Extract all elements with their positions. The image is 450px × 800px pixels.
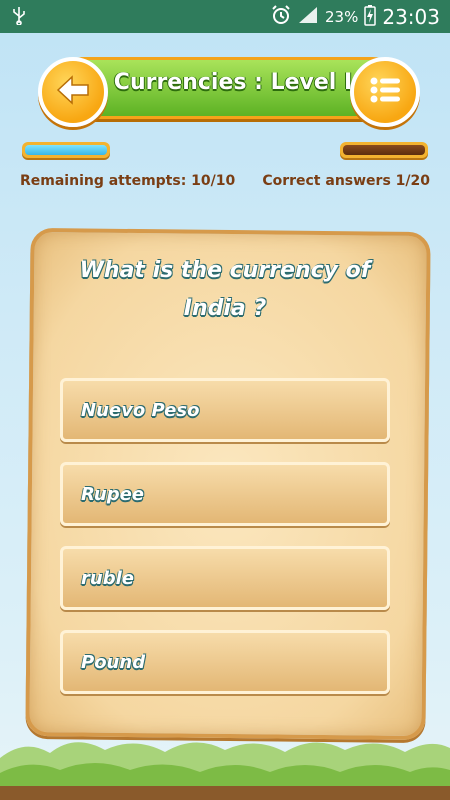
answer-option-label: Nuevo Peso (81, 399, 200, 421)
remaining-attempts-label: Remaining attempts: 10/10 (20, 173, 236, 189)
page-title: Currencies : Level I (113, 70, 353, 95)
answer-option-1[interactable]: Nuevo Peso (60, 378, 390, 442)
attempts-progress-bar (22, 142, 110, 158)
answer-option-label: Rupee (81, 483, 144, 505)
answer-option-label: Pound (81, 651, 146, 673)
correct-progress-track (343, 145, 425, 155)
correct-progress-bar (340, 142, 428, 158)
battery-charging-icon (364, 4, 377, 30)
signal-icon (297, 5, 319, 29)
arrow-left-icon (56, 75, 90, 109)
question-text: What is the currency of India ? (79, 258, 371, 321)
menu-button[interactable] (350, 57, 420, 127)
answer-option-2[interactable]: Rupee (60, 462, 390, 526)
answer-option-4[interactable]: Pound (60, 630, 390, 694)
status-right: 23% 23:03 (271, 0, 440, 33)
clock: 23:03 (382, 4, 440, 29)
correct-answers-label: Correct answers 1/20 (262, 173, 430, 189)
battery-percent: 23% (325, 7, 359, 26)
usb-icon (12, 7, 26, 29)
answer-option-label: ruble (81, 567, 134, 589)
list-menu-icon (368, 75, 402, 109)
attempts-progress-fill (25, 145, 107, 155)
grass-ground-decoration (0, 742, 450, 800)
answer-option-3[interactable]: ruble (60, 546, 390, 610)
alarm-icon (271, 4, 291, 29)
back-button[interactable] (38, 57, 108, 127)
status-bar: 23% 23:03 (0, 0, 450, 33)
